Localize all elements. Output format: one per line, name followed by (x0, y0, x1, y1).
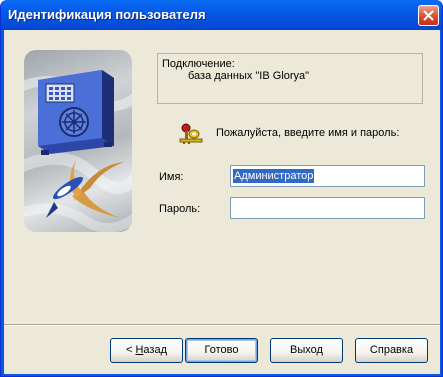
name-label: Имя: (159, 171, 184, 183)
password-input[interactable] (230, 197, 425, 219)
help-button[interactable]: Справка (355, 338, 428, 363)
title-bar[interactable]: Идентификация пользователя (1, 0, 442, 30)
connection-database: база данных "IB Glorya" (188, 70, 310, 82)
connection-info-box: Подключение: база данных "IB Glorya" (157, 53, 423, 104)
dialog-window: Идентификация пользователя Подключение: … (0, 0, 443, 377)
close-icon (423, 10, 434, 21)
back-button[interactable]: < Назад (110, 338, 183, 363)
exit-button[interactable]: Выход (270, 338, 343, 363)
swallow-bird-icon (46, 160, 124, 218)
dialog-body: Подключение: база данных "IB Glorya" Пож… (4, 30, 440, 374)
keys-icon (179, 123, 203, 144)
connection-label: Подключение: (162, 58, 235, 70)
login-prompt: Пожалуйста, введите имя и пароль: (216, 127, 400, 139)
name-input-value: Администратор (233, 169, 315, 183)
separator-highlight (4, 325, 440, 326)
back-button-rest: азад (143, 344, 167, 356)
decorative-image (24, 50, 132, 232)
name-input[interactable]: Администратор (230, 165, 425, 187)
finish-button[interactable]: Готово (185, 338, 258, 363)
password-label: Пароль: (159, 203, 201, 215)
window-title: Идентификация пользователя (8, 7, 206, 22)
close-button[interactable] (418, 5, 439, 26)
